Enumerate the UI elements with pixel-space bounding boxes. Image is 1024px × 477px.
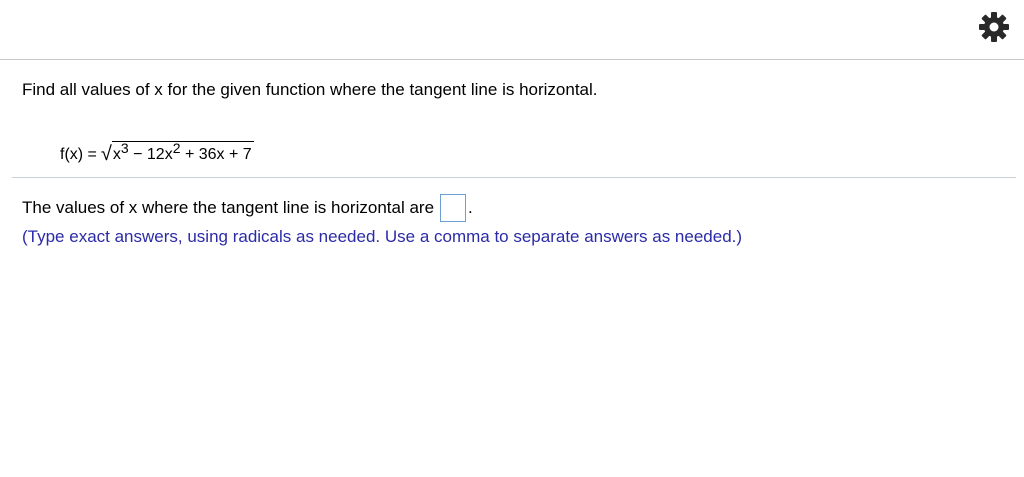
answer-input[interactable]: [440, 194, 467, 222]
square-root: √ x3 − 12x2 + 36x + 7: [101, 141, 254, 164]
answer-period: .: [468, 198, 473, 217]
function-lhs: f(x) =: [60, 146, 97, 163]
radicand-term3: + 36x + 7: [180, 146, 252, 163]
radical-sign: √: [100, 143, 112, 165]
radicand: x3 − 12x2 + 36x + 7: [111, 140, 254, 164]
radicand-term2: − 12x: [128, 146, 173, 163]
radicand-x: x: [112, 146, 121, 163]
page: Find all values of x for the given funct…: [0, 0, 1024, 477]
exponent-2: 2: [172, 140, 181, 156]
exponent-3: 3: [120, 140, 129, 156]
answer-hint: (Type exact answers, using radicals as n…: [22, 227, 743, 246]
function-expression: f(x) = √ x3 − 12x2 + 36x + 7: [60, 128, 254, 164]
divider: [12, 177, 1016, 178]
answer-label: The values of x where the tangent line i…: [22, 198, 435, 217]
answer-line: The values of x where the tangent line i…: [22, 194, 473, 222]
gear-icon[interactable]: [978, 11, 1010, 43]
question-prompt: Find all values of x for the given funct…: [22, 80, 598, 99]
top-bar: [0, 0, 1024, 60]
